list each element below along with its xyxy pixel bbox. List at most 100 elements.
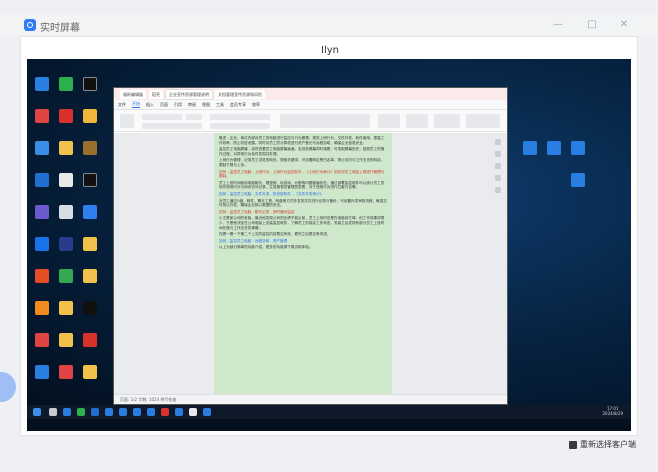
desktop-icon[interactable] [79, 109, 101, 124]
desktop-icon[interactable] [79, 205, 101, 220]
paragraph-buttons[interactable] [210, 114, 270, 120]
editor-tab-active[interactable]: 企业宣传资源管理说明 [166, 89, 212, 99]
menu-item[interactable]: 页面 [160, 102, 168, 108]
doc-paragraph: 以上为部分简单的功能介绍，更多的功能请下载试用体验。 [219, 245, 313, 250]
side-tool-icon[interactable] [495, 163, 501, 169]
format-buttons[interactable] [142, 123, 202, 129]
editor-ribbon [114, 110, 507, 132]
taskbar-app-icon[interactable] [175, 408, 183, 416]
menu-item[interactable]: 插入 [146, 102, 154, 108]
desktop-icon[interactable] [31, 269, 53, 284]
desktop-icon[interactable] [79, 173, 101, 188]
taskbar-clock: 17:01 2024/8/29 [602, 406, 623, 416]
doc-paragraph-link: 如何 - 监控员工电脑 - 远程协助 - 资产管理 [219, 238, 288, 243]
desktop-icon[interactable] [543, 141, 565, 156]
document-canvas[interactable]: 概述 - 企业、单位内部对员工的电脑进行监控与行为管理，规范上网行为、文件外发、… [114, 133, 507, 395]
remote-desktop: 福昕编辑器 稻壳 企业宣传资源管理说明 文档管理宣传资源和风险 文件 开始 插入… [27, 59, 631, 405]
font-select[interactable] [142, 114, 182, 120]
app-logo-icon [24, 19, 36, 31]
side-tool-icon[interactable] [495, 139, 501, 145]
start-icon[interactable] [33, 408, 41, 416]
menu-item[interactable]: 视图 [202, 102, 210, 108]
desktop-icon[interactable] [79, 333, 101, 348]
desktop-icon[interactable] [31, 173, 53, 188]
desktop-icon[interactable] [31, 333, 53, 348]
taskbar-app-icon[interactable] [63, 408, 71, 416]
desktop-icon[interactable] [567, 173, 589, 188]
document-page[interactable]: 概述 - 企业、单位内部对员工的电脑进行监控与行为管理，规范上网行为、文件外发、… [214, 133, 392, 395]
editor-tab[interactable]: 文档管理宣传资源和风险 [215, 89, 265, 99]
desktop-icon[interactable] [567, 141, 589, 156]
desktop-icon[interactable] [55, 333, 77, 348]
desktop-icon[interactable] [55, 173, 77, 188]
doc-paragraph: 在看一看一下第二个上文的监控内容是否有效，看完之后是否有改进。 [219, 232, 331, 237]
side-tool-icon[interactable] [495, 175, 501, 181]
desktop-icon[interactable] [31, 77, 53, 92]
style-gallery[interactable] [280, 114, 370, 128]
taskbar-app-icon[interactable] [77, 408, 85, 416]
minimize-icon[interactable]: — [552, 19, 564, 31]
taskbar-app-icon[interactable] [161, 408, 169, 416]
desktop-icon[interactable] [31, 109, 53, 124]
doc-paragraph: 概述 - 企业、单位内部对员工的电脑进行监控与行为管理，规范上网行为、文件外发、… [219, 136, 385, 145]
desktop-icon[interactable] [31, 237, 53, 252]
taskbar-app-icon[interactable] [119, 408, 127, 416]
select-icon[interactable] [406, 114, 428, 128]
taskbar-app-icon[interactable] [189, 408, 197, 416]
desktop-icon[interactable] [79, 301, 101, 316]
desktop-icon[interactable] [55, 109, 77, 124]
desktop-icon[interactable] [519, 141, 541, 156]
menu-item[interactable]: 效率 [252, 102, 260, 108]
side-tool-icon[interactable] [495, 187, 501, 193]
remote-screen-panel: Ilyn 福昕编辑器 稻壳 企业宣传资源管理说明 文档管理宣传资源和风险 文件 … [20, 36, 638, 436]
desktop-icon[interactable] [55, 301, 77, 316]
editor-tab[interactable]: 稻壳 [149, 89, 163, 99]
paste-icon[interactable] [120, 114, 134, 128]
maximize-icon[interactable]: □ [586, 19, 598, 31]
font-size-select[interactable] [186, 114, 202, 120]
desktop-icon[interactable] [55, 141, 77, 156]
ai-assistant-icon[interactable] [466, 114, 500, 128]
desktop-icon[interactable] [31, 365, 53, 380]
menu-item-active[interactable]: 开始 [132, 101, 140, 108]
desktop-icon[interactable] [31, 141, 53, 156]
desktop-icon[interactable] [55, 205, 77, 220]
taskbar-app-icon[interactable] [203, 408, 211, 416]
desktop-icon[interactable] [79, 141, 101, 156]
doc-paragraph-highlight: 如何 - 监控员工电脑 - 聊天记录 - 即时通讯监控 [219, 209, 295, 214]
desktop-icon[interactable] [31, 301, 53, 316]
floating-assist-ball[interactable] [0, 372, 16, 402]
doc-paragraph-highlight: 如何 - 监控员工电脑 - 上网行为 - 上网行为监控软件 - 《上网行为审计》… [219, 169, 385, 179]
desktop-icon[interactable] [55, 365, 77, 380]
switch-client-icon [569, 440, 577, 449]
layout-icon[interactable] [434, 114, 460, 128]
desktop-icon[interactable] [79, 269, 101, 284]
taskbar-app-icon[interactable] [133, 408, 141, 416]
taskbar-app-icon[interactable] [91, 408, 99, 416]
remote-screen[interactable]: 福昕编辑器 稻壳 企业宣传资源管理说明 文档管理宣传资源和风险 文件 开始 插入… [27, 59, 631, 431]
desktop-icon[interactable] [55, 77, 77, 92]
close-icon[interactable]: ✕ [618, 19, 630, 31]
taskbar-app-icon[interactable] [105, 408, 113, 416]
menu-item[interactable]: 工具 [216, 102, 224, 108]
desktop-icon[interactable] [79, 365, 101, 380]
reselect-client-button[interactable]: 重新选择客户端 [569, 439, 636, 450]
doc-paragraph: 员工上班时间使用电脑聊天、看视频、玩游戏、炒股等问题普遍存在，通过部署监控软件可… [219, 180, 385, 190]
menu-item[interactable]: 引用 [174, 102, 182, 108]
desktop-icon[interactable] [55, 237, 77, 252]
taskbar-app-icon[interactable] [49, 408, 57, 416]
desktop-icon[interactable] [79, 77, 101, 92]
alignment-buttons[interactable] [210, 123, 270, 129]
side-tool-icon[interactable] [495, 151, 501, 157]
menu-item[interactable]: 会员专享 [230, 102, 246, 108]
doc-paragraph: 对员工通过U盘、邮件、聊天工具、网盘等方式外发的文件进行记录与备份，可设置外发审… [219, 198, 387, 208]
find-replace-icon[interactable] [378, 114, 400, 128]
desktop-icon[interactable] [31, 205, 53, 220]
document-editor-window[interactable]: 福昕编辑器 稻壳 企业宣传资源管理说明 文档管理宣传资源和风险 文件 开始 插入… [113, 87, 508, 405]
taskbar-app-icon[interactable] [147, 408, 155, 416]
editor-tab[interactable]: 福昕编辑器 [120, 89, 146, 99]
menu-item[interactable]: 审阅 [188, 102, 196, 108]
menu-item[interactable]: 文件 [118, 102, 126, 108]
desktop-icon[interactable] [55, 269, 77, 284]
desktop-icon[interactable] [79, 237, 101, 252]
